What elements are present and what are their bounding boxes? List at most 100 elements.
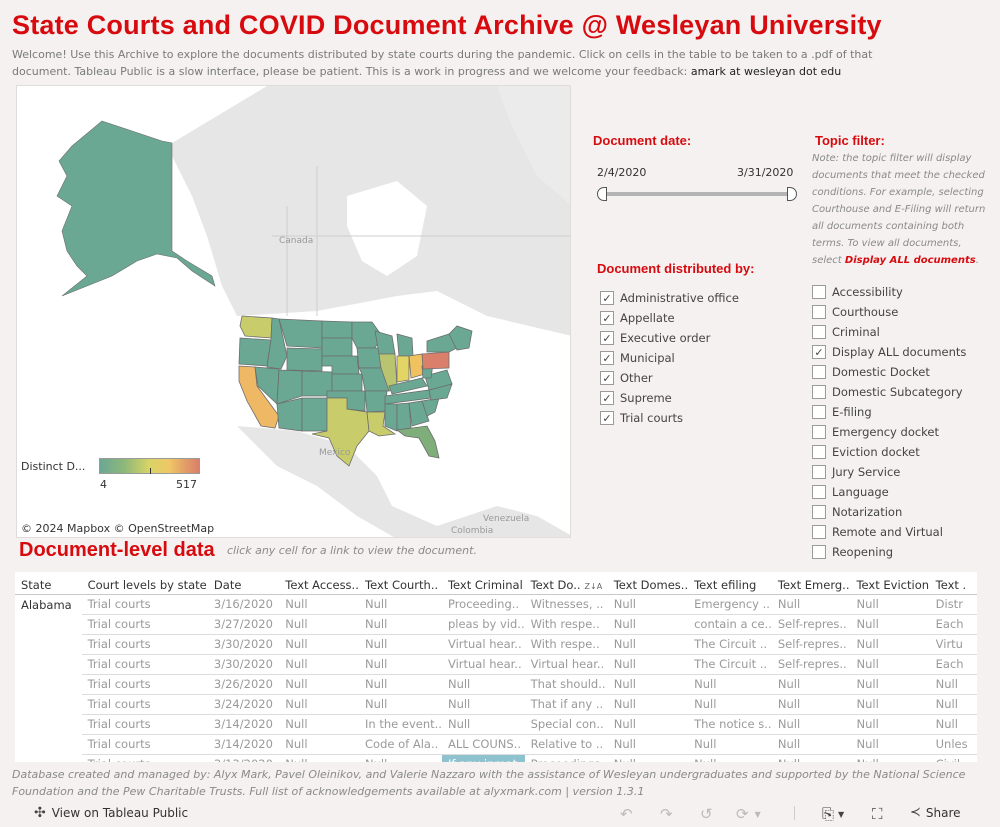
table-cell[interactable]: Unles [929,734,977,755]
share-button[interactable]: ≺ Share [910,805,961,820]
checkbox-unchecked[interactable] [812,385,826,399]
undo-button[interactable]: ↶ [620,805,633,823]
table-cell[interactable]: Null [607,714,689,735]
state-alabama[interactable] [396,402,412,431]
table-cell[interactable]: Virtual hear.. [441,654,525,675]
distributed-by-option[interactable]: ✓ Municipal [600,348,739,368]
table-cell[interactable]: Null [607,594,689,615]
table-cell[interactable]: 3/16/2020 [207,594,280,615]
state-nebraska[interactable] [321,355,360,375]
table-cell[interactable]: Null [441,674,525,695]
table-cell[interactable]: Trial courts [81,714,208,735]
checkbox-unchecked[interactable] [812,525,826,539]
topic-option[interactable]: Eviction docket [812,442,966,462]
table-cell[interactable]: Null [359,594,442,615]
table-cell[interactable]: Emergency .. [688,594,772,615]
table-cell[interactable]: Null [771,714,851,735]
table-cell[interactable]: Null [279,694,360,715]
table-cell[interactable]: Null [279,614,360,635]
table-cell[interactable]: Null [850,594,930,615]
topic-option[interactable]: Language [812,482,966,502]
table-cell[interactable]: Null [607,754,689,762]
table-cell[interactable]: Relative to .. [524,734,608,755]
table-cell[interactable]: Null [359,634,442,655]
column-header[interactable]: Text . [929,572,977,595]
table-cell[interactable]: Null [359,614,442,635]
column-header[interactable]: Court levels by state [81,572,208,595]
table-cell[interactable]: Each [929,614,977,635]
table-cell[interactable]: 3/14/2020 [207,734,280,755]
state-north-dakota[interactable] [321,320,353,339]
table-cell[interactable]: Null [850,654,930,675]
checkbox-checked[interactable]: ✓ [600,411,614,425]
table-cell[interactable]: Null [279,674,360,695]
distributed-by-option[interactable]: ✓ Administrative office [600,288,739,308]
distributed-by-option[interactable]: ✓ Other [600,368,739,388]
state-wyoming[interactable] [286,347,323,372]
color-legend[interactable]: Distinct D... 4 517 [21,458,211,498]
column-header[interactable]: Text Domes.. [607,572,689,595]
column-header[interactable]: Text Access.. [279,572,360,595]
table-cell[interactable]: Null [929,674,977,695]
table-cell[interactable]: The Circuit .. [688,654,772,675]
revert-button[interactable]: ↺ [700,805,713,823]
table-cell[interactable]: Null [929,694,977,715]
table-cell[interactable]: Null [850,694,930,715]
table-cell[interactable]: Null [359,754,442,762]
table-cell[interactable]: Null [441,694,525,715]
table-cell[interactable]: If any inmat.. [441,754,525,762]
table-cell[interactable]: Civil [929,754,977,762]
table-cell[interactable]: Null [359,694,442,715]
checkbox-unchecked[interactable] [812,505,826,519]
table-cell[interactable]: Null [771,694,851,715]
state-kansas[interactable] [331,373,363,392]
distributed-by-option[interactable]: ✓ Trial courts [600,408,739,428]
state-indiana[interactable] [396,355,410,383]
state-iowa[interactable] [356,347,382,369]
table-cell[interactable]: Trial courts [81,634,208,655]
table-cell[interactable]: Virtu [929,634,977,655]
distributed-by-option[interactable]: ✓ Appellate [600,308,739,328]
state-florida[interactable] [395,425,440,459]
table-cell[interactable]: With respe.. [524,634,608,655]
table-cell[interactable]: Null [279,734,360,755]
table-cell[interactable]: Null [688,694,772,715]
table-cell[interactable]: Virtual hear.. [524,654,608,675]
distributed-by-option[interactable]: ✓ Supreme [600,388,739,408]
choropleth-map[interactable]: Canada Mexico Venezuela Colombia Distinc… [16,85,571,538]
column-header[interactable]: State [15,572,82,595]
table-cell[interactable]: Witnesses, .. [524,594,608,615]
column-header[interactable]: Text efiling [688,572,772,595]
topic-option[interactable]: Criminal [812,322,966,342]
table-cell[interactable]: Trial courts [81,614,208,635]
redo-button[interactable]: ↷ [660,805,673,823]
checkbox-unchecked[interactable] [812,425,826,439]
checkbox-checked[interactable]: ✓ [812,345,826,359]
table-cell[interactable]: Null [771,734,851,755]
table-cell[interactable]: In the event.. [359,714,442,735]
table-cell[interactable]: With respe.. [524,614,608,635]
distributed-by-option[interactable]: ✓ Executive order [600,328,739,348]
table-cell[interactable]: Null [688,674,772,695]
state-michigan[interactable] [396,333,414,357]
table-cell[interactable]: Trial courts [81,734,208,755]
column-header[interactable]: Text Eviction [850,572,930,595]
view-on-tableau-button[interactable]: ✣ View on Tableau Public [34,805,188,821]
table-cell[interactable]: Trial courts [81,754,208,762]
checkbox-unchecked[interactable] [812,285,826,299]
table-cell[interactable]: Code of Ala.. [359,734,442,755]
refresh-button[interactable]: ⟳ ▼ [736,805,761,823]
checkbox-checked[interactable]: ✓ [600,371,614,385]
table-cell[interactable]: pleas by vid.. [441,614,525,635]
table-cell[interactable]: contain a ce.. [688,614,772,635]
table-cell[interactable]: 3/27/2020 [207,614,280,635]
state-arizona[interactable] [276,397,303,432]
column-header[interactable]: Date [207,572,280,595]
table-cell[interactable]: The notice s.. [688,714,772,735]
state-arkansas[interactable] [364,390,388,413]
table-cell[interactable]: Null [850,754,930,762]
table-cell[interactable]: Null [607,654,689,675]
checkbox-unchecked[interactable] [812,445,826,459]
date-slider-end-handle[interactable] [787,187,797,201]
topic-option[interactable]: Accessibility [812,282,966,302]
